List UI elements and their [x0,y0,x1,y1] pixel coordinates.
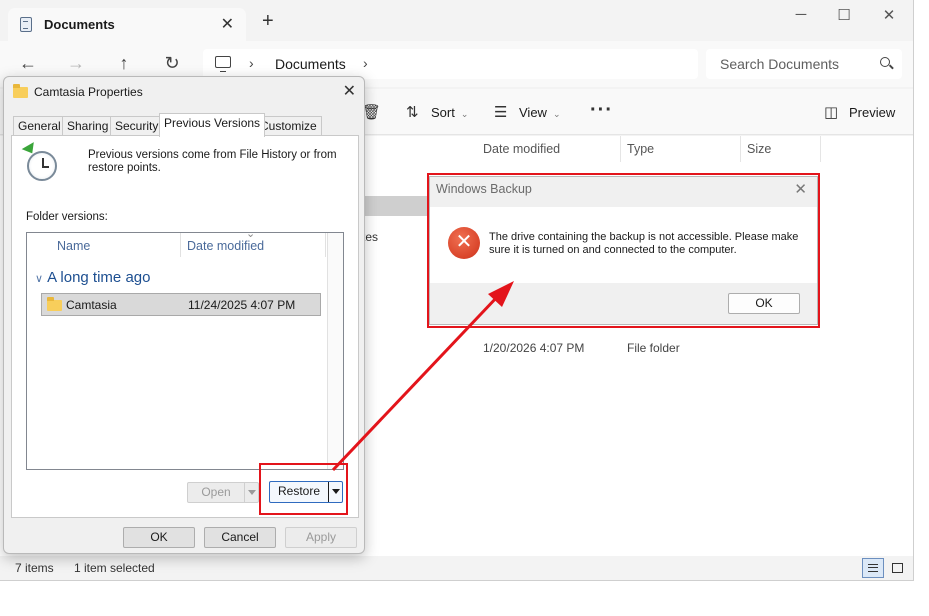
row-date-modified[interactable]: 1/20/2026 4:07 PM [483,341,584,355]
close-window-button[interactable]: ✕ [874,6,904,24]
column-divider[interactable] [180,233,181,257]
apply-button[interactable]: Apply [285,527,357,548]
tiles-view-button[interactable] [886,558,908,578]
open-dropdown[interactable] [244,483,258,502]
maximize-button[interactable]: ☐ [829,6,859,24]
address-bar[interactable]: › Documents › [203,49,698,79]
new-tab-button[interactable]: + [262,11,274,31]
restore-highlight-box [259,463,348,515]
open-button[interactable]: Open [187,482,259,503]
previous-versions-page: Previous versions come from File History… [11,135,359,518]
selection-count: 1 item selected [74,561,155,575]
this-pc-icon[interactable] [215,56,231,72]
ok-button[interactable]: OK [123,527,195,548]
search-icon [880,57,890,67]
minimize-button[interactable]: ─ [786,6,816,23]
details-view-button[interactable] [862,558,884,578]
search-placeholder: Search Documents [720,56,840,72]
preview-button[interactable]: Preview [849,105,895,120]
folder-icon [13,84,28,98]
up-button[interactable]: ↑ [112,53,136,73]
group-header[interactable]: ∨ A long time ago [35,269,150,286]
column-header-size[interactable]: Size [747,142,771,156]
tab-general[interactable]: General [13,116,66,136]
column-header-date-modified[interactable]: Date modified [483,142,560,156]
sort-indicator-icon: ⌄ [246,228,256,240]
status-bar: 7 items 1 item selected [0,557,913,580]
view-icon: ☰ [494,104,508,121]
dialog-title: Camtasia Properties [34,85,143,99]
tab-sharing[interactable]: Sharing [62,116,114,136]
column-divider[interactable] [620,136,621,162]
column-divider[interactable] [325,233,326,257]
chevron-right-icon[interactable]: › [249,55,254,71]
forward-button[interactable]: → [64,53,88,73]
folder-icon [47,297,62,311]
close-tab-icon[interactable]: ✕ [221,14,234,34]
folder-versions-list[interactable]: Name Date modified ⌄ ∨ A long time ago Ca… [26,228,344,470]
tiles-view-icon [892,563,903,573]
column-divider[interactable] [740,136,741,162]
error-highlight-box [427,173,820,328]
scrollbar[interactable] [327,233,343,469]
column-header-name[interactable]: Name [57,239,90,253]
back-button[interactable]: ← [16,53,40,73]
file-history-clock-icon [27,151,57,181]
dropdown-arrow-icon [248,490,256,495]
document-icon [20,17,32,32]
breadcrumb-documents[interactable]: Documents [275,56,346,72]
version-date: 11/24/2025 4:07 PM [188,298,296,312]
chevron-down-icon: ∨ [35,273,44,285]
more-options-button[interactable]: ··· [590,99,613,122]
open-label: Open [201,485,231,499]
version-name: Camtasia [66,298,117,312]
sort-label: Sort [431,105,455,120]
description-text: Previous versions come from File History… [88,149,337,174]
chevron-down-icon: ⌄ [552,109,561,119]
tab-documents[interactable]: Documents ✕ [8,8,246,41]
refresh-button[interactable]: ↻ [160,53,184,73]
tab-previous-versions[interactable]: Previous Versions [159,113,266,137]
group-label: A long time ago [47,269,151,286]
cancel-button[interactable]: Cancel [204,527,276,548]
close-icon[interactable]: ✕ [343,81,356,101]
search-box[interactable]: Search Documents [706,49,902,79]
tab-title: Documents [44,17,115,32]
preview-pane-icon: ◫ [824,104,839,121]
view-label: View [519,105,547,120]
chevron-right-icon[interactable]: › [363,55,368,71]
row-type[interactable]: File folder [627,341,680,355]
column-header-type[interactable]: Type [627,142,654,156]
version-row-camtasia[interactable]: Camtasia 11/24/2025 4:07 PM [41,293,321,316]
selected-row[interactable] [362,196,432,216]
tab-security[interactable]: Security [110,116,164,136]
sort-button[interactable]: Sort ⌄ [431,105,468,120]
chevron-down-icon: ⌄ [460,109,469,119]
column-header-date-modified[interactable]: Date modified [187,239,264,253]
item-count: 7 items [15,561,54,575]
view-button[interactable]: View ⌄ [519,105,561,120]
folder-versions-label: Folder versions: [26,211,108,223]
details-view-icon [868,564,878,572]
column-divider[interactable] [820,136,821,162]
sort-icon: ⇅ [406,104,419,121]
